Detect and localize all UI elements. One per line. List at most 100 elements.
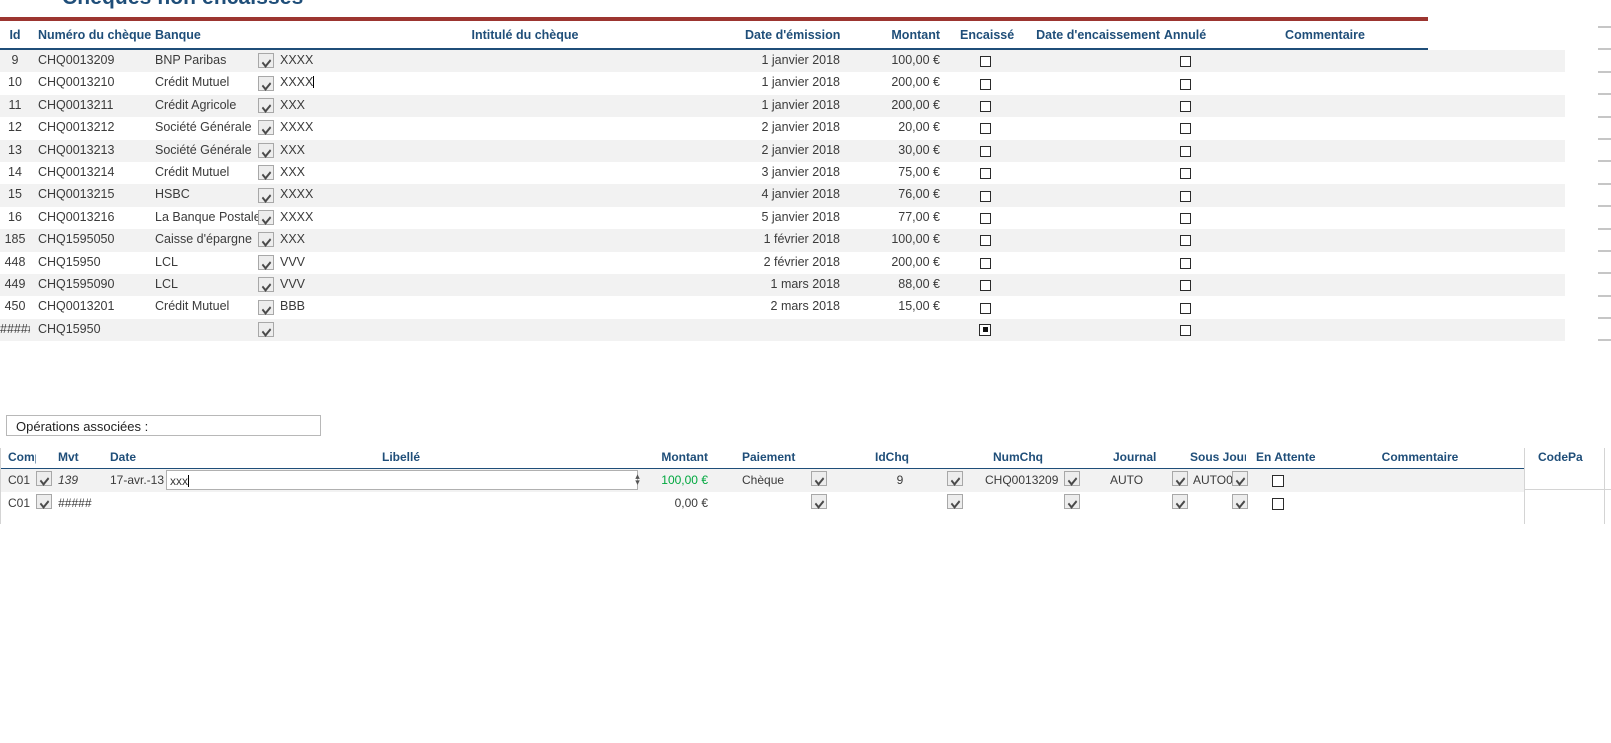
annule-checkbox[interactable]: [1179, 324, 1191, 336]
cell-intitule[interactable]: XXXX: [280, 53, 770, 67]
annule-checkbox[interactable]: [1179, 235, 1191, 247]
cell-annule[interactable]: [1160, 256, 1210, 270]
cell-intitule[interactable]: XXX: [280, 232, 770, 246]
cell-intitule[interactable]: XXXX: [280, 210, 770, 224]
chevron-down-icon[interactable]: [811, 471, 827, 487]
annule-checkbox[interactable]: [1179, 100, 1191, 112]
cell-annule[interactable]: [1160, 188, 1210, 202]
column-header-date-emission[interactable]: Date d'émission: [745, 28, 840, 42]
cell-encaisse[interactable]: [960, 121, 1010, 135]
cell-intitule[interactable]: VVV: [280, 255, 770, 269]
chevron-down-icon[interactable]: [258, 120, 274, 136]
cell-annule[interactable]: [1160, 76, 1210, 90]
banque-dropdown[interactable]: [258, 165, 276, 181]
chevron-down-icon[interactable]: [1064, 494, 1080, 510]
chevron-down-icon[interactable]: [811, 494, 827, 510]
chevron-down-icon[interactable]: [258, 277, 274, 293]
operations-section-label-box[interactable]: Opérations associées :: [6, 415, 321, 436]
banque-dropdown[interactable]: [258, 254, 276, 270]
chevron-down-icon[interactable]: [36, 471, 52, 487]
encaisse-checkbox[interactable]: [979, 78, 991, 90]
ops-column-header-montant[interactable]: Montant: [646, 450, 708, 464]
banque-dropdown[interactable]: [258, 97, 276, 113]
chevron-down-icon[interactable]: [947, 471, 963, 487]
encaisse-checkbox[interactable]: [979, 280, 991, 292]
cell-encaisse[interactable]: [960, 188, 1010, 202]
ops-column-header-sous-journal[interactable]: Sous Journa: [1190, 450, 1246, 464]
encaisse-checkbox[interactable]: [979, 235, 991, 247]
column-header-encaisse[interactable]: Encaissé: [960, 28, 1014, 42]
encaisse-checkbox[interactable]: [979, 56, 991, 68]
column-header-intitule[interactable]: Intitulé du chèque: [280, 28, 770, 42]
chevron-down-icon[interactable]: [258, 321, 274, 337]
cell-annule[interactable]: [1160, 144, 1210, 158]
numchq-dropdown[interactable]: [1064, 494, 1082, 510]
column-header-banque[interactable]: Banque: [155, 28, 260, 42]
ops-column-header-idchq[interactable]: IdChq: [875, 450, 935, 464]
libelle-input[interactable]: xxx: [166, 470, 638, 490]
cell-encaisse[interactable]: [960, 256, 1010, 270]
cell-encaisse[interactable]: [960, 144, 1010, 158]
encaisse-checkbox[interactable]: [979, 324, 991, 337]
cell-annule[interactable]: [1160, 211, 1210, 225]
ops-column-header-codepa[interactable]: CodePa: [1538, 450, 1611, 464]
sous-journal-dropdown[interactable]: [1232, 471, 1250, 487]
ops-column-header-libelle[interactable]: Libellé: [166, 450, 636, 464]
idchq-dropdown[interactable]: [947, 494, 965, 510]
cell-annule[interactable]: [1160, 54, 1210, 68]
cell-intitule[interactable]: XXX: [280, 98, 770, 112]
column-header-annule[interactable]: Annulé: [1160, 28, 1210, 42]
annule-checkbox[interactable]: [1179, 280, 1191, 292]
cell-intitule[interactable]: XXXX: [280, 187, 770, 201]
cell-encaisse[interactable]: [960, 300, 1010, 314]
ops-column-header-compte[interactable]: Compte: [8, 450, 36, 464]
cell-encaisse[interactable]: [960, 76, 1010, 90]
annule-checkbox[interactable]: [1179, 123, 1191, 135]
cell-intitule[interactable]: XXXX: [280, 75, 770, 89]
banque-dropdown[interactable]: [258, 75, 276, 91]
chevron-down-icon[interactable]: [258, 209, 274, 225]
annule-checkbox[interactable]: [1179, 78, 1191, 90]
chevron-down-icon[interactable]: [947, 494, 963, 510]
idchq-dropdown[interactable]: [947, 471, 965, 487]
cell-annule[interactable]: [1160, 323, 1210, 337]
encaisse-checkbox[interactable]: [979, 100, 991, 112]
cell-encaisse[interactable]: [960, 211, 1010, 225]
encaisse-checkbox[interactable]: [979, 257, 991, 269]
encaisse-checkbox[interactable]: [979, 302, 991, 314]
chevron-down-icon[interactable]: [1232, 471, 1248, 487]
ops-cell-en-attente[interactable]: [1272, 473, 1332, 487]
cell-annule[interactable]: [1160, 300, 1210, 314]
chevron-down-icon[interactable]: [258, 232, 274, 248]
chevron-down-icon[interactable]: [1172, 471, 1188, 487]
cell-intitule[interactable]: BBB: [280, 299, 770, 313]
encaisse-checkbox[interactable]: [979, 190, 991, 202]
compte-dropdown[interactable]: [36, 494, 54, 510]
journal-dropdown[interactable]: [1172, 471, 1190, 487]
annule-checkbox[interactable]: [1179, 257, 1191, 269]
cell-encaisse[interactable]: [960, 233, 1010, 247]
chevron-down-icon[interactable]: [258, 142, 274, 158]
sous-journal-dropdown[interactable]: [1232, 494, 1250, 510]
libelle-spinner[interactable]: ▴ ▾: [633, 472, 642, 487]
numchq-dropdown[interactable]: [1064, 471, 1082, 487]
banque-dropdown[interactable]: [258, 209, 276, 225]
column-header-commentaire[interactable]: Commentaire: [1230, 28, 1420, 42]
banque-dropdown[interactable]: [258, 232, 276, 248]
chevron-down-icon[interactable]: [258, 187, 274, 203]
paiement-dropdown[interactable]: [811, 494, 829, 510]
chevron-down-icon[interactable]: [1232, 494, 1248, 510]
annule-checkbox[interactable]: [1179, 168, 1191, 180]
ops-column-header-journal[interactable]: Journal: [1113, 450, 1163, 464]
compte-dropdown[interactable]: [36, 471, 54, 487]
banque-dropdown[interactable]: [258, 142, 276, 158]
cell-encaisse[interactable]: [960, 166, 1010, 180]
journal-dropdown[interactable]: [1172, 494, 1190, 510]
ops-column-header-en-attente[interactable]: En Attente: [1256, 450, 1316, 464]
cell-encaisse[interactable]: [960, 99, 1010, 113]
ops-column-header-numchq[interactable]: NumChq: [993, 450, 1071, 464]
annule-checkbox[interactable]: [1179, 56, 1191, 68]
cell-annule[interactable]: [1160, 233, 1210, 247]
column-header-montant[interactable]: Montant: [855, 28, 940, 42]
ops-cell-en-attente[interactable]: [1272, 496, 1332, 510]
